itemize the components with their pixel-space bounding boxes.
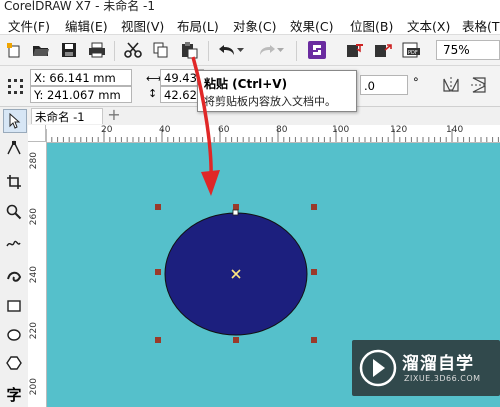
x-position-field[interactable]: X: 66.141 mm <box>30 69 132 86</box>
menu-table[interactable]: 表格(T <box>462 16 500 35</box>
watermark: 溜溜自学 ZIXUE.3D66.COM <box>352 340 500 396</box>
print-icon[interactable] <box>88 41 106 59</box>
paste-icon[interactable] <box>180 41 198 59</box>
zoom-tool-icon[interactable] <box>3 201 25 223</box>
reference-point-icon[interactable] <box>6 72 24 100</box>
watermark-logo-icon <box>359 349 397 387</box>
crop-tool-icon[interactable] <box>3 171 25 193</box>
ruler-origin[interactable] <box>28 125 46 142</box>
menu-edit[interactable]: 编辑(E) <box>65 16 108 35</box>
rectangle-tool-icon[interactable] <box>3 295 25 317</box>
redo-dropdown-icon[interactable] <box>276 41 286 59</box>
open-folder-icon[interactable] <box>32 41 50 59</box>
shape-tool-icon[interactable] <box>3 137 25 159</box>
horizontal-ruler[interactable]: 20 40 60 80 100 120 140 <box>46 125 500 143</box>
ellipse-tool-icon[interactable] <box>3 324 25 346</box>
drawing-canvas[interactable]: 溜溜自学 ZIXUE.3D66.COM <box>47 143 500 407</box>
zoom-level-input[interactable]: 75% <box>436 40 500 60</box>
pick-tool-icon[interactable] <box>3 109 27 133</box>
tooltip-title: 粘贴 (Ctrl+V) <box>204 77 288 91</box>
vertical-ruler[interactable]: 280 260 240 220 200 <box>28 142 47 407</box>
artistic-media-icon[interactable] <box>3 264 25 286</box>
menu-effects[interactable]: 效果(C) <box>290 16 333 35</box>
paste-tooltip: 粘贴 (Ctrl+V) 将剪贴板内容放入文档中。 <box>197 70 357 112</box>
menu-view[interactable]: 视图(V) <box>121 16 164 35</box>
redo-icon[interactable] <box>258 41 276 59</box>
menu-layout[interactable]: 布局(L) <box>177 16 219 35</box>
document-tab[interactable]: 未命名 -1 <box>31 108 103 124</box>
window-title: CorelDRAW X7 - 未命名 -1 <box>4 0 156 12</box>
watermark-url: ZIXUE.3D66.COM <box>404 374 481 383</box>
undo-dropdown-icon[interactable] <box>236 41 246 59</box>
v-ruler-label: 220 <box>29 322 39 340</box>
publish-pdf-icon[interactable]: PDF <box>402 41 420 59</box>
undo-icon[interactable] <box>218 41 236 59</box>
rotation-angle-field[interactable]: .0 <box>360 75 408 95</box>
v-ruler-label: 200 <box>29 378 39 396</box>
toolbox: 字 <box>0 107 29 407</box>
menu-bar: 文件(F) 编辑(E) 视图(V) 布局(L) 对象(C) 效果(C) 位图(B… <box>0 12 500 35</box>
h-ruler-label: 40 <box>159 125 171 135</box>
export-icon[interactable] <box>374 41 392 59</box>
title-bar: CorelDRAW X7 - 未命名 -1 <box>0 0 500 12</box>
freehand-tool-icon[interactable] <box>3 233 25 255</box>
h-ruler-label: 100 <box>332 125 350 135</box>
menu-file[interactable]: 文件(F) <box>8 16 50 35</box>
v-ruler-label: 280 <box>29 152 39 170</box>
v-ruler-label: 260 <box>29 208 39 226</box>
svg-text:PDF: PDF <box>408 50 418 56</box>
import-icon[interactable] <box>346 41 364 59</box>
add-tab-button[interactable]: + <box>106 107 122 124</box>
polygon-tool-icon[interactable] <box>3 352 25 374</box>
text-tool-icon[interactable]: 字 <box>3 383 25 405</box>
h-ruler-label: 80 <box>276 125 288 135</box>
menu-object[interactable]: 对象(C) <box>233 16 276 35</box>
mirror-horizontal-icon[interactable] <box>442 76 460 94</box>
h-ruler-label: 60 <box>218 125 230 135</box>
h-ruler-label: 120 <box>390 125 408 135</box>
v-ruler-label: 240 <box>29 266 39 284</box>
h-ruler-label: 140 <box>446 125 464 135</box>
tooltip-description: 将剪贴板内容放入文档中。 <box>204 95 336 108</box>
degree-label: ° <box>413 75 419 89</box>
h-ruler-label: 20 <box>101 125 113 135</box>
save-icon[interactable] <box>60 41 78 59</box>
menu-text[interactable]: 文本(X) <box>407 16 450 35</box>
cut-icon[interactable] <box>124 41 142 59</box>
menu-bitmaps[interactable]: 位图(B) <box>350 16 393 35</box>
y-position-field[interactable]: Y: 241.067 mm <box>30 86 132 103</box>
standard-toolbar: PDF 75% <box>0 35 500 66</box>
watermark-brand: 溜溜自学 <box>402 354 474 374</box>
new-document-icon[interactable] <box>5 41 23 59</box>
copy-icon[interactable] <box>152 41 170 59</box>
mirror-vertical-icon[interactable] <box>470 76 488 94</box>
height-icon: ↕ <box>148 87 158 100</box>
search-content-icon[interactable] <box>308 41 326 59</box>
